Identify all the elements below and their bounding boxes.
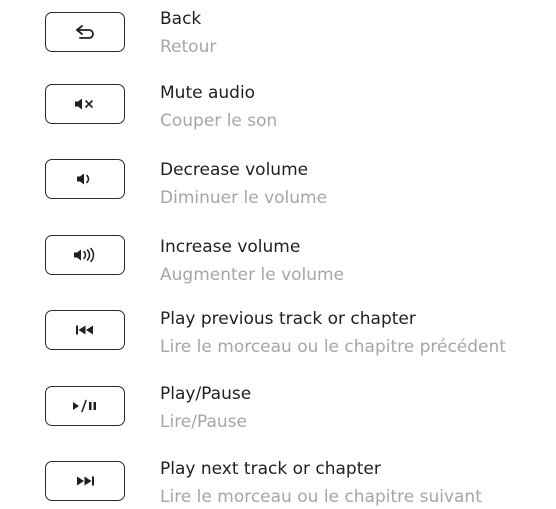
next-track-label-fr: Lire le morceau ou le chapitre suivant [160,487,482,507]
volume-down-label: Decrease volume [160,160,309,180]
volume-up-label: Increase volume [160,237,301,257]
volume-up-label-fr: Augmenter le volume [160,265,345,285]
mute-key[interactable] [45,84,125,124]
key-row-play-pause: Play/Pause Lire/Pause [0,374,556,434]
next-track-key[interactable] [45,461,125,501]
previous-track-key[interactable] [45,310,125,350]
back-label-fr: Retour [160,37,217,57]
volume-down-key[interactable] [45,159,125,199]
key-row-back: Back Retour [0,0,556,60]
previous-track-icon [76,325,93,335]
play-pause-label: Play/Pause [160,384,252,404]
play-pause-key[interactable] [45,386,125,426]
volume-down-label-fr: Diminuer le volume [160,188,328,208]
back-label: Back [160,9,202,29]
back-key[interactable] [45,12,125,52]
key-row-previous-track: Play previous track or chapter Lire le m… [0,298,556,358]
next-track-label: Play next track or chapter [160,459,381,479]
previous-track-label-fr: Lire le morceau ou le chapitre précédent [160,337,506,357]
mute-label-fr: Couper le son [160,111,278,131]
volume-down-icon [77,173,90,185]
key-row-volume-up: Increase volume Augmenter le volume [0,223,556,285]
mute-audio-icon [75,98,93,110]
play-pause-icon [73,399,96,413]
key-row-next-track: Play next track or chapter Lire le morce… [0,449,556,509]
volume-up-icon [74,247,95,263]
next-track-icon [77,476,94,486]
previous-track-label: Play previous track or chapter [160,309,416,329]
key-row-volume-down: Decrease volume Diminuer le volume [0,147,556,208]
key-row-mute: Mute audio Couper le son [0,72,556,132]
back-arrow-icon [76,25,94,39]
play-pause-label-fr: Lire/Pause [160,412,247,432]
volume-up-key[interactable] [45,235,125,275]
mute-label: Mute audio [160,83,256,103]
